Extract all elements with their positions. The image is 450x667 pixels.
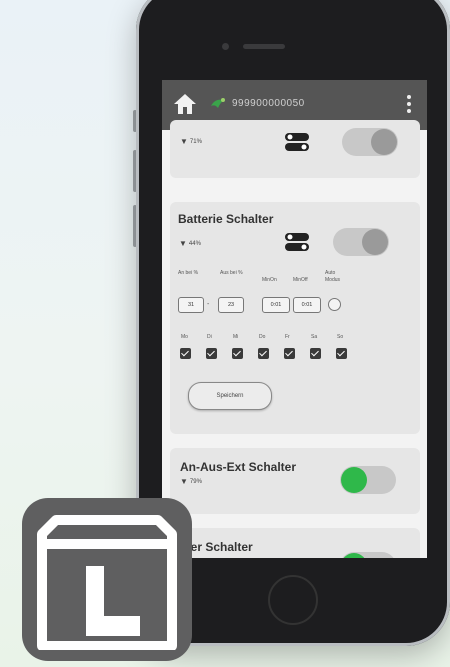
phone-screen: 999900000050 ▼ 71% Batterie Schalter ▼ 4… [162,80,427,558]
day-label-di: Di [207,334,212,340]
min-on-field[interactable]: 0:01 [262,297,290,313]
day-checkbox-sa[interactable] [310,348,321,359]
switch-mode-icon[interactable] [284,132,310,152]
day-checkbox-so[interactable] [336,348,347,359]
device-card-battery-switch: Batterie Schalter ▼ 44% An bei % Aus bei… [170,202,420,434]
day-label-fr: Fr [285,334,290,340]
label-an-bei: An bei % [178,270,199,276]
device-toggle-1[interactable] [342,128,398,156]
ext-switch-toggle[interactable] [340,466,396,494]
front-camera [222,43,229,50]
cube-logo-icon [37,515,177,650]
logo-icon [211,98,225,108]
signal-strength: ▼ 71% [180,137,202,146]
signal-strength: ▼ 79% [180,477,202,486]
day-checkbox-di[interactable] [206,348,217,359]
phone-speaker [243,44,285,49]
wifi-icon: ▼ [179,239,187,248]
day-label-sa: Sa [311,334,318,340]
label-min-on: MinOn [262,277,277,283]
day-checkbox-mi[interactable] [232,348,243,359]
day-label-so: So [337,334,344,340]
wifi-icon: ▼ [180,477,188,486]
min-off-field[interactable]: 0:01 [293,297,321,313]
day-checkbox-do[interactable] [258,348,269,359]
day-label-mi: Mi [233,334,239,340]
card-title: Batterie Schalter [178,212,274,226]
aus-bei-field[interactable]: 23 [218,297,244,313]
day-checkbox-fr[interactable] [284,348,295,359]
signal-strength: ▼ 44% [179,239,201,248]
switch-mode-icon[interactable] [284,232,310,252]
an-bei-field[interactable]: 31 [178,297,204,313]
day-label-mo: Mo [181,334,188,340]
label-min-off: MinOff [293,277,308,283]
home-icon[interactable] [172,92,198,116]
day-label-do: Do [259,334,266,340]
device-card-ext-switch: An-Aus-Ext Schalter ▼ 79% [170,448,420,514]
card-title: An-Aus-Ext Schalter [180,460,297,474]
device-list: ▼ 71% Batterie Schalter ▼ 44% An bei % A… [162,120,427,558]
device-id: 999900000050 [232,98,305,109]
home-button[interactable] [268,575,318,625]
auto-modus-radio[interactable] [328,298,341,311]
label-aus-bei: Aus bei % [220,270,243,276]
app-logo-icon [22,498,192,661]
device-card-4: mer Schalter [170,528,420,558]
device-card-1: ▼ 71% [170,120,420,178]
label-auto-modus: Auto Modus [325,270,341,283]
save-button[interactable]: Speichern [188,382,272,410]
wifi-icon: ▼ [180,137,188,146]
range-dash: - [207,301,210,308]
overflow-menu-icon[interactable] [406,93,412,117]
day-checkbox-mo[interactable] [180,348,191,359]
battery-switch-toggle[interactable] [333,228,389,256]
device-toggle-4[interactable] [340,552,396,558]
